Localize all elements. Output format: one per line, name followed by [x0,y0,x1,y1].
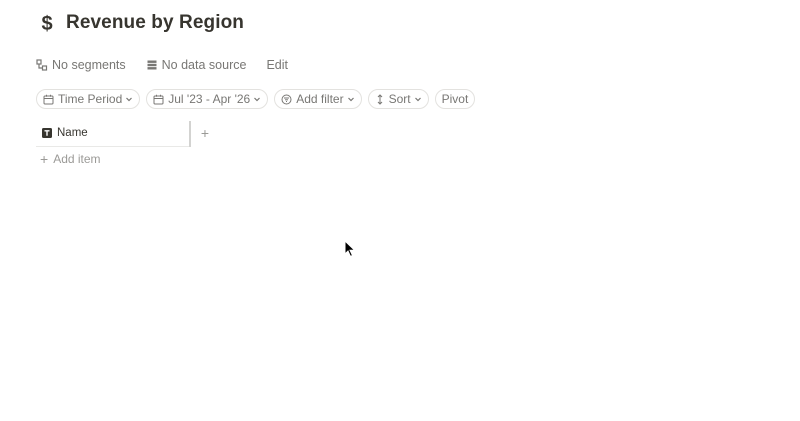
add-item-button[interactable]: + Add item [40,152,101,166]
database-icon [147,60,157,70]
text-type-icon [42,128,52,138]
date-range-label: Jul '23 - Apr '26 [168,92,251,106]
edit-button[interactable]: Edit [266,58,288,72]
plus-icon: + [40,151,49,167]
calendar-icon [153,94,164,104]
calendar-icon [43,94,54,104]
dollar-icon[interactable]: $ [38,10,56,36]
chevron-down-icon [254,97,261,102]
segments-icon [36,59,48,71]
add-item-label: Add item [53,152,101,166]
meta-row: No segments No data source Edit [36,56,308,74]
chevron-down-icon [126,97,133,102]
sort-button[interactable]: Sort [367,89,429,109]
sort-label: Sort [388,92,411,106]
time-period-filter[interactable]: Time Period [36,89,141,109]
table-header: Name [36,121,190,147]
data-source-label: No data source [161,58,247,72]
sort-arrows-icon [377,93,382,105]
data-source-button[interactable]: No data source [146,58,247,72]
date-range-filter[interactable]: Jul '23 - Apr '26 [146,89,269,109]
add-filter-label: Add filter [296,92,344,106]
column-resize-handle[interactable] [189,121,191,147]
name-column-header[interactable]: Name [42,127,88,139]
title-row: $ Revenue by Region [38,8,244,38]
page-title[interactable]: Revenue by Region [66,12,244,34]
edit-label: Edit [266,58,288,72]
pivot-button[interactable]: Pivot [434,89,476,109]
page: $ Revenue by Region No segments No data … [0,0,800,421]
name-column-label: Name [57,127,88,139]
segments-label: No segments [52,58,126,72]
add-filter-button[interactable]: Add filter [274,89,362,109]
pivot-label: Pivot [441,92,469,106]
chevron-down-icon [414,97,421,102]
svg-text:$: $ [41,13,52,34]
mouse-cursor-icon [344,239,356,263]
filter-row: Time Period Jul '23 - Apr '26 Add filter… [36,89,481,109]
add-column-button[interactable]: + [198,125,212,141]
time-period-label: Time Period [58,92,123,106]
chevron-down-icon [347,97,354,102]
segments-button[interactable]: No segments [36,58,126,72]
filter-icon [281,94,292,104]
